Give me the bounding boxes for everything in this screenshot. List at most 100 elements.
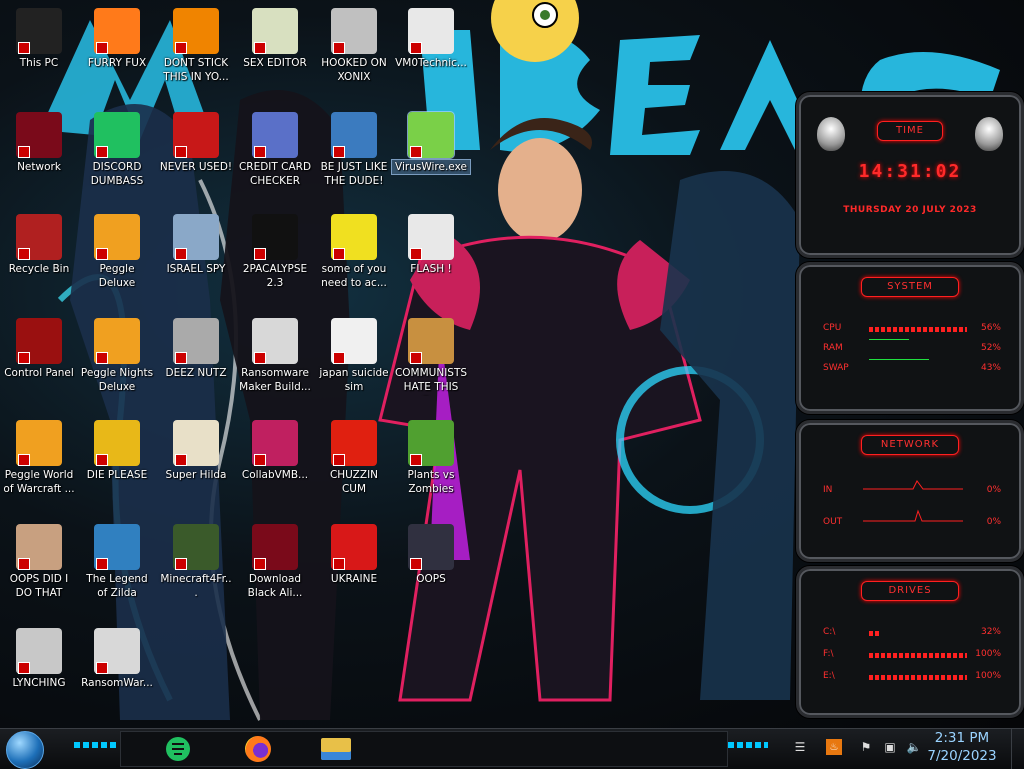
drive-c-label: C:\: [823, 627, 836, 637]
desktop-icon[interactable]: HOOKED ON XONIX: [315, 8, 393, 84]
net-out-value: 0%: [986, 517, 1001, 527]
desktop-icon[interactable]: This PC: [0, 8, 78, 70]
desktop-icon-label: Ransomware Maker Build...: [239, 367, 311, 393]
windows-stack-icon: [173, 318, 219, 364]
tray-overflow-icon[interactable]: ☰: [792, 739, 808, 755]
desktop-icon[interactable]: FURRY FUX: [78, 8, 156, 70]
chat-icon: [166, 737, 190, 761]
desktop-icon[interactable]: RansomWar...: [78, 628, 156, 690]
desktop-icon-label: BE JUST LIKE THE DUDE!: [320, 161, 388, 187]
desktop-icon-label: Network: [17, 161, 61, 173]
desktop-icon[interactable]: ISRAEL SPY: [157, 214, 235, 276]
desktop-icon[interactable]: SEX EDITOR: [236, 8, 314, 70]
shortcut-overlay-icon: [18, 454, 30, 466]
desktop-icon[interactable]: FLASH !: [392, 214, 470, 276]
control-panel-icon: [16, 318, 62, 364]
action-center-flag-icon[interactable]: ⚑: [858, 739, 874, 755]
desktop-icon-label: Peggle Nights Deluxe: [80, 367, 154, 393]
firefox-icon: [94, 8, 140, 54]
hxd-editor-icon: [252, 8, 298, 54]
shortcut-overlay-icon: [254, 558, 266, 570]
desktop-icon[interactable]: Recycle Bin: [0, 214, 78, 276]
desktop-icon[interactable]: Network: [0, 112, 78, 174]
drive-row-c: C:\ 32%: [823, 627, 1001, 641]
desktop-icon[interactable]: COMMUNISTS HATE THIS G...: [392, 318, 470, 396]
desktop-icon-label: LYNCHING: [12, 677, 66, 689]
desktop-icon[interactable]: NEVER USED!: [157, 112, 235, 174]
net-in-graph: [863, 480, 963, 490]
show-desktop-button[interactable]: [1011, 729, 1024, 769]
drive-c-value: 32%: [980, 627, 1001, 637]
minecraft-block-icon: [173, 524, 219, 570]
desktop-icon[interactable]: Peggle Deluxe: [78, 214, 156, 290]
desktop-icon[interactable]: DEEZ NUTZ: [157, 318, 235, 380]
swap-value: 43%: [980, 363, 1001, 373]
desktop-icon[interactable]: Peggle World of Warcraft ...: [0, 420, 78, 496]
desktop-icon[interactable]: CHUZZIN CUM: [315, 420, 393, 496]
tray-app-icon[interactable]: ♨: [826, 739, 842, 755]
desktop-icon[interactable]: Control Panel: [0, 318, 78, 380]
time-gadget-date: THURSDAY 20 JULY 2023: [843, 205, 977, 215]
desktop-icon-label: DIE PLEASE: [86, 469, 148, 481]
computer-icon: [16, 8, 62, 54]
shortcut-overlay-icon: [254, 146, 266, 158]
taskbar-firefox-button[interactable]: [238, 733, 278, 765]
shortcut-overlay-icon: [333, 352, 345, 364]
drive-e-value: 100%: [975, 671, 1001, 681]
shortcut-overlay-icon: [18, 42, 30, 54]
desktop-icon[interactable]: Download Black Ali...: [236, 524, 314, 600]
desktop-icon[interactable]: DONT STICK THIS IN YO...: [157, 8, 235, 84]
desktop-icon[interactable]: The Legend of Zilda: [78, 524, 156, 600]
game-icon: [331, 8, 377, 54]
shortcut-overlay-icon: [410, 558, 422, 570]
desktop-icon[interactable]: VirusWire.exe: [391, 111, 471, 175]
desktop-icon-label: japan suicide sim: [319, 367, 389, 393]
desktop-icon[interactable]: OOPS DID I DO THAT: [0, 524, 78, 600]
taskbar-clock[interactable]: 2:31 PM 7/20/2023: [922, 729, 1002, 765]
desktop-icon-label: OOPS: [416, 573, 446, 585]
desktop-icon[interactable]: DISCORD DUMBASS: [78, 112, 156, 188]
system-row-swap: SWAP 43%: [823, 359, 1001, 377]
desktop-icon[interactable]: CollabVMB...: [236, 420, 314, 482]
desktop-icon[interactable]: OOPS: [392, 524, 470, 586]
shortcut-overlay-icon: [410, 248, 422, 260]
desktop-icon[interactable]: DIE PLEASE: [78, 420, 156, 482]
shortcut-overlay-icon: [96, 42, 108, 54]
desktop-icon[interactable]: Minecraft4Fr...: [157, 524, 235, 600]
start-button[interactable]: [6, 731, 44, 769]
network-orb-icon: [16, 112, 62, 158]
desktop-icon[interactable]: Ransomware Maker Build...: [236, 318, 314, 394]
desktop-icon[interactable]: Plants vs Zombies: [392, 420, 470, 496]
desktop-icon[interactable]: 2PACALYPSE 2.3: [236, 214, 314, 290]
taskbar-accent-left: [74, 742, 116, 748]
desktop-icon-label: DEEZ NUTZ: [165, 367, 227, 379]
system-gadget-title: SYSTEM: [861, 277, 959, 297]
desktop-icon[interactable]: Peggle Nights Deluxe: [78, 318, 156, 394]
network-tray-icon[interactable]: ▣: [882, 739, 898, 755]
taskbar-chat-app-button[interactable]: [158, 733, 198, 765]
desktop-icon-label: CHUZZIN CUM: [329, 469, 379, 495]
shortcut-overlay-icon: [96, 146, 108, 158]
desktop-icon[interactable]: UKRAINE: [315, 524, 393, 586]
desktop-icon[interactable]: some of you need to ac...: [315, 214, 393, 290]
desktop-icon[interactable]: VM0Technic...: [392, 8, 470, 70]
radiation-icon: [331, 524, 377, 570]
desktop-icon[interactable]: CREDIT CARD CHECKER: [236, 112, 314, 188]
shortcut-overlay-icon: [18, 146, 30, 158]
drive-f-bar: [869, 653, 967, 658]
desktop-icon-label: DONT STICK THIS IN YO...: [163, 57, 229, 83]
desktop-icon[interactable]: LYNCHING: [0, 628, 78, 690]
desktop-icon-label: The Legend of Zilda: [86, 573, 148, 599]
taskbar-center-panel: [120, 731, 728, 767]
volume-icon[interactable]: 🔈: [906, 739, 922, 755]
desktop-icon[interactable]: Super Hilda: [157, 420, 235, 482]
desktop-icon[interactable]: BE JUST LIKE THE DUDE!: [315, 112, 393, 188]
shortcut-overlay-icon: [18, 558, 30, 570]
portrait-icon: [16, 524, 62, 570]
cpu-value: 56%: [980, 323, 1001, 333]
shortcut-overlay-icon: [175, 558, 187, 570]
taskbar-file-explorer-button[interactable]: [316, 733, 356, 765]
desktop-icon[interactable]: japan suicide sim: [315, 318, 393, 394]
drive-c-bar: [869, 631, 881, 636]
shortcut-overlay-icon: [410, 42, 422, 54]
